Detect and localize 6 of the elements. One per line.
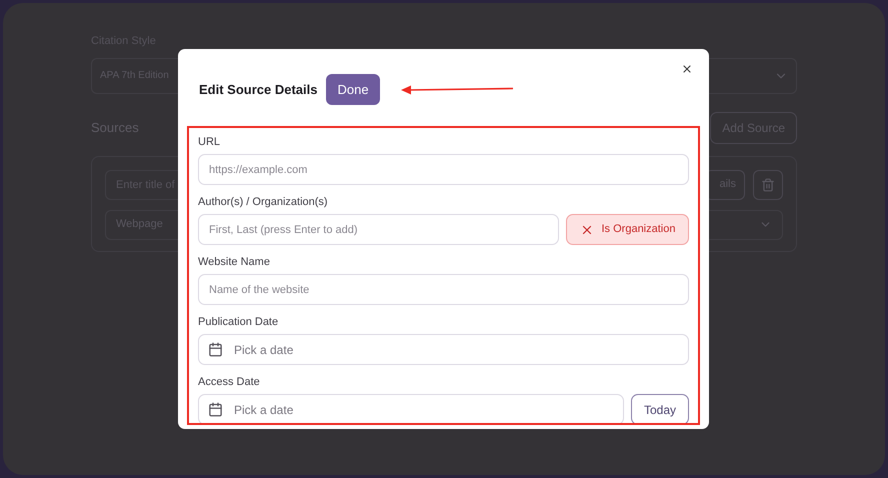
dialog-title: Edit Source Details <box>199 80 318 99</box>
field-label: Publication Date <box>198 315 280 330</box>
field-label: Author(s) / Organization(s) <box>198 195 329 210</box>
field-label: URL <box>198 135 222 150</box>
field-label: Website Name <box>198 255 271 270</box>
field-label: Access Date <box>198 375 261 390</box>
